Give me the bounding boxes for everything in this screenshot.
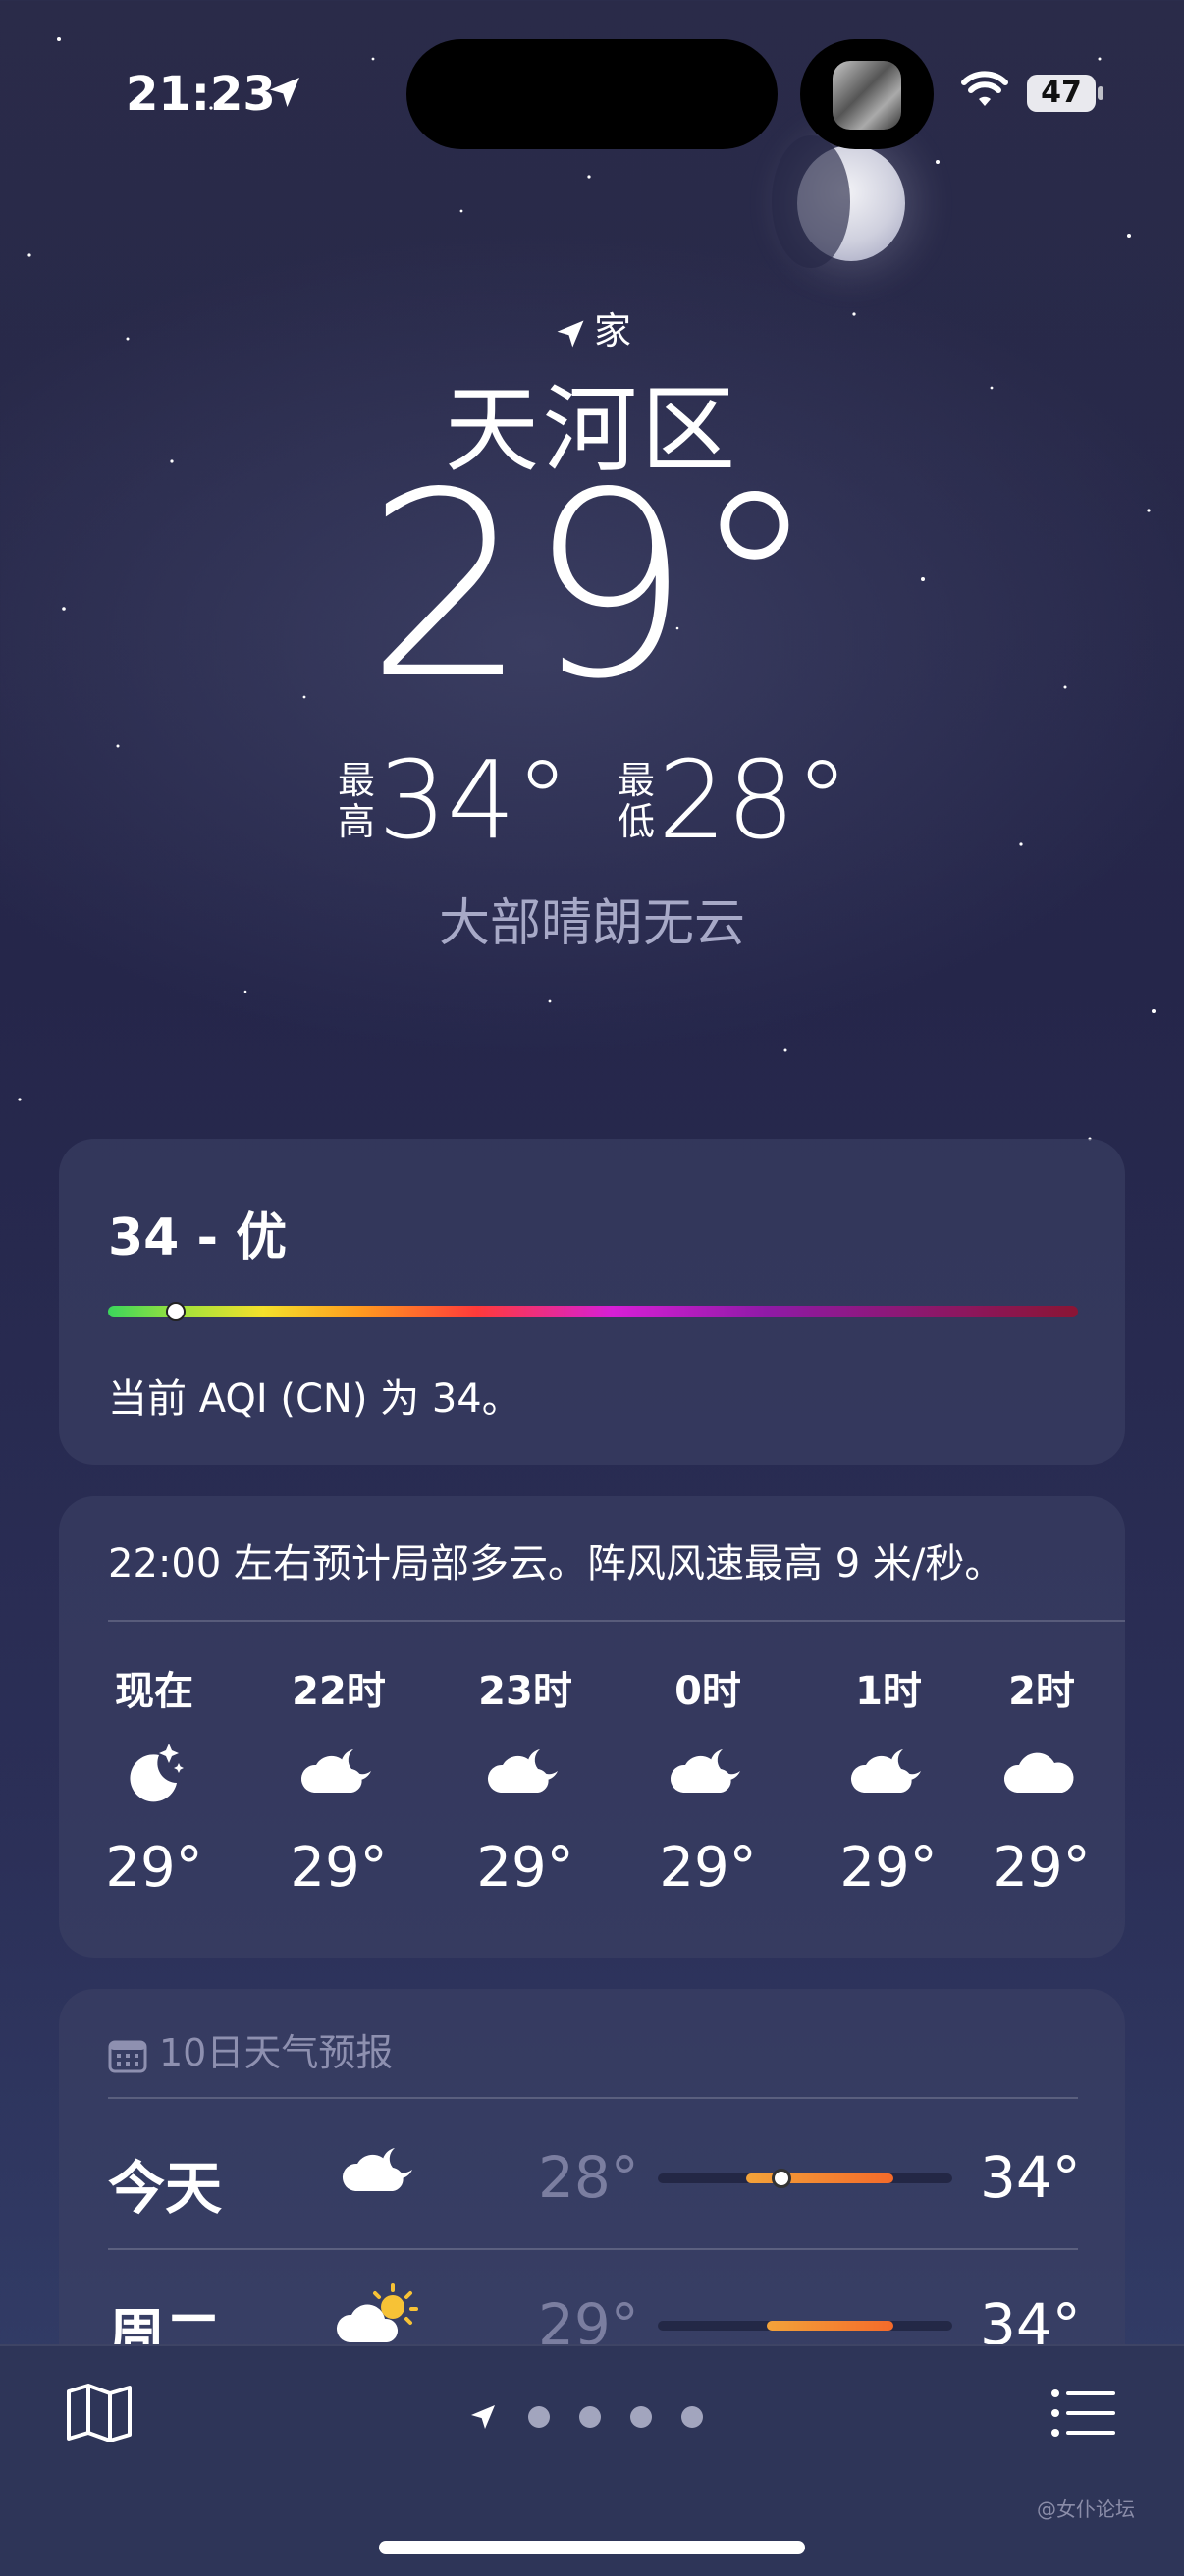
moon — [772, 135, 905, 268]
dynamic-island — [406, 39, 778, 149]
day-row[interactable]: 今天 28° 34° — [59, 2107, 1125, 2244]
hour-temp: 29° — [659, 1836, 757, 1900]
temperature-range-bar — [658, 2321, 952, 2331]
hour-item: 1时 29° — [805, 1659, 972, 1900]
low-value: 28° — [658, 737, 849, 863]
cloud-moon-icon — [487, 1749, 558, 1793]
hour-label: 0时 — [674, 1669, 741, 1714]
low-label: 最低 — [617, 759, 655, 843]
day-high-temp: 34° — [980, 2144, 1081, 2211]
location-arrow-icon — [471, 2405, 495, 2429]
wifi-icon — [961, 71, 1008, 106]
cloud-moon-icon — [300, 1749, 371, 1793]
battery-indicator: 47 — [1027, 75, 1096, 112]
aqi-indicator — [166, 1302, 187, 1321]
moon-stars-icon — [130, 1744, 184, 1802]
divider — [108, 2097, 1078, 2099]
hour-item: 23时 29° — [442, 1659, 609, 1900]
map-icon[interactable] — [65, 2382, 134, 2444]
hourly-forecast-card[interactable]: 22:00 左右预计局部多云。阵风风速最高 9 米/秒。 现在 29° 22时 … — [59, 1496, 1125, 1958]
avatar — [833, 61, 901, 130]
home-label-text: 家 — [593, 309, 631, 352]
hour-temp: 29° — [993, 1836, 1091, 1900]
hour-item: 0时 29° — [624, 1659, 791, 1900]
page-dot[interactable] — [630, 2406, 652, 2428]
list-icon[interactable] — [1050, 2388, 1117, 2439]
hour-label: 1时 — [855, 1669, 922, 1714]
page-dot[interactable] — [579, 2406, 601, 2428]
status-time: 21:23 — [126, 67, 276, 122]
hour-temp: 29° — [839, 1836, 938, 1900]
calendar-icon — [108, 2040, 147, 2072]
hour-label: 23时 — [478, 1669, 572, 1714]
ten-day-title: 10日天气预报 — [108, 2022, 393, 2076]
cloud-moon-icon — [850, 1749, 921, 1793]
hour-temp: 29° — [290, 1836, 388, 1900]
battery-tip — [1098, 86, 1103, 100]
divider — [108, 1620, 1125, 1622]
hourly-summary: 22:00 左右预计局部多云。阵风风速最高 9 米/秒。 — [108, 1541, 1004, 1586]
hour-label: 2时 — [1008, 1669, 1075, 1714]
air-quality-card[interactable]: 34 - 优 当前 AQI (CN) 为 34。 — [59, 1139, 1125, 1465]
current-temperature: 29° — [365, 439, 819, 735]
location-arrow-icon — [557, 320, 584, 347]
aqi-description: 当前 AQI (CN) 为 34。 — [108, 1376, 521, 1422]
high-label: 最高 — [338, 759, 376, 843]
hour-temp: 29° — [105, 1836, 203, 1900]
current-condition: 大部晴朗无云 — [438, 894, 745, 953]
page-dot[interactable] — [528, 2406, 550, 2428]
ten-day-title-text: 10日天气预报 — [159, 2031, 394, 2074]
cloud-moon-icon — [670, 1749, 740, 1793]
temperature-range-bar — [658, 2169, 952, 2188]
current-temperature-marker — [772, 2169, 791, 2188]
location-arrow-icon — [270, 78, 299, 107]
aqi-title: 34 - 优 — [108, 1208, 288, 1267]
page-indicator[interactable] — [467, 2401, 703, 2433]
divider — [108, 2248, 1078, 2250]
high-value: 34° — [378, 737, 569, 863]
home-indicator[interactable] — [379, 2541, 805, 2554]
hour-label: 22时 — [292, 1669, 386, 1714]
hour-item: 现在 29° — [71, 1659, 238, 1900]
day-low-temp: 28° — [538, 2144, 639, 2211]
cloud-sun-icon — [336, 2283, 418, 2342]
cloud-moon-icon — [342, 2148, 412, 2191]
hour-temp: 29° — [476, 1836, 574, 1900]
location-label: 家 — [0, 300, 1184, 354]
watermark: @女仆论坛 — [1037, 2497, 1135, 2521]
day-name: 今天 — [108, 2155, 223, 2222]
cloud-icon — [1003, 1752, 1074, 1793]
hour-item: 22时 29° — [255, 1659, 422, 1900]
hour-label: 现在 — [115, 1669, 193, 1714]
temperature-range-fill — [767, 2321, 893, 2331]
hour-item: 2时 29° — [958, 1659, 1125, 1900]
aqi-scale-bar — [108, 1306, 1078, 1317]
high-low: 最高34° 最低28° — [0, 746, 1184, 854]
bottom-toolbar: @女仆论坛 — [0, 2344, 1184, 2576]
page-dot[interactable] — [681, 2406, 703, 2428]
temperature-range-fill — [746, 2174, 893, 2183]
